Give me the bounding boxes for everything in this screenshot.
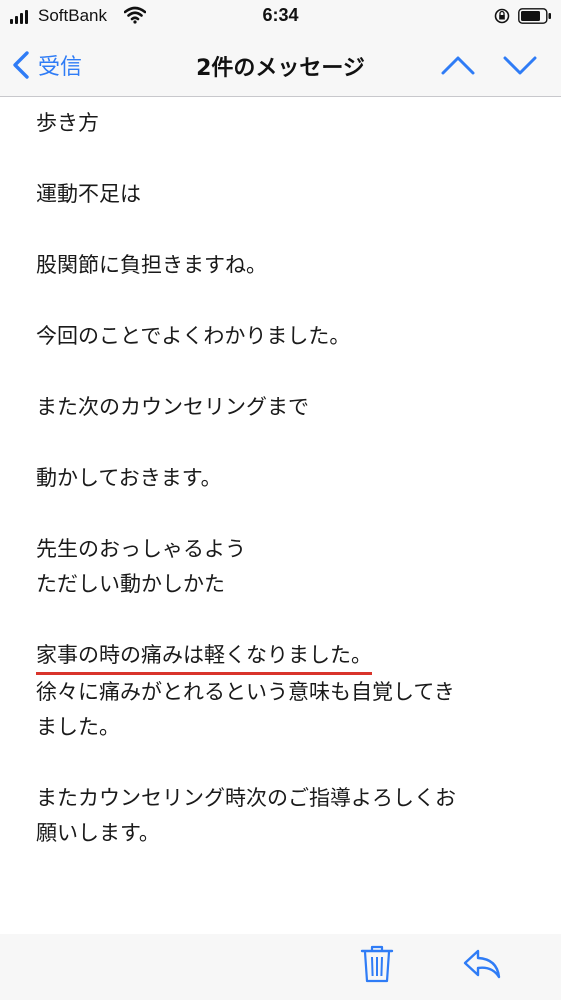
message-line: 先生のおっしゃるよう — [36, 537, 246, 561]
message-line: またカウンセリング時次のご指導よろしくお — [36, 786, 456, 810]
battery-icon — [518, 8, 551, 24]
reply-icon[interactable] — [462, 946, 502, 982]
message-paragraph: 動かしておきます。 — [36, 461, 536, 496]
message-paragraph: 歩き方 — [36, 106, 536, 141]
message-body: 歩き方 運動不足は 股関節に負担きますね。 今回のことでよくわかりました。 また… — [36, 96, 536, 887]
message-line: 今回のことでよくわかりました。 — [36, 324, 351, 348]
underlined-line: 家事の時の痛みは軽くなりました。 — [36, 640, 372, 675]
message-line: 願いします。 — [36, 821, 160, 845]
message-paragraph: 今回のことでよくわかりました。 — [36, 319, 536, 354]
message-line: 歩き方 — [36, 111, 99, 135]
message-paragraph: 運動不足は — [36, 177, 536, 212]
message-paragraph: またカウンセリング時次のご指導よろしくお 願いします。 — [36, 781, 536, 851]
message-line: 動かしておきます。 — [36, 466, 222, 490]
message-paragraph: また次のカウンセリングまで — [36, 390, 536, 425]
nav-bar: 受信 2件のメッセージ — [0, 34, 561, 97]
message-paragraph: 先生のおっしゃるよう ただしい動かしかた — [36, 532, 536, 602]
message-paragraph: 家事の時の痛みは軽くなりました。 徐々に痛みがとれるという意味も自覚してき まし… — [36, 638, 536, 745]
previous-message-button[interactable] — [440, 52, 476, 78]
next-message-button[interactable] — [502, 52, 538, 78]
message-line: 運動不足は — [36, 182, 141, 206]
status-bar: SoftBank 6:34 — [0, 0, 561, 34]
trash-icon[interactable] — [360, 944, 394, 984]
message-line: 徐々に痛みがとれるという意味も自覚してき — [36, 680, 455, 704]
message-paragraph: 股関節に負担きますね。 — [36, 248, 536, 283]
message-line: ただしい動かしかた — [36, 572, 225, 596]
clock: 6:34 — [262, 5, 299, 25]
bottom-toolbar — [0, 934, 561, 1000]
message-line: 股関節に負担きますね。 — [36, 253, 267, 277]
page-title: 2件のメッセージ — [196, 56, 365, 81]
message-line: ました。 — [36, 715, 120, 739]
rotation-lock-icon — [494, 8, 510, 24]
message-line: また次のカウンセリングまで — [36, 395, 309, 419]
